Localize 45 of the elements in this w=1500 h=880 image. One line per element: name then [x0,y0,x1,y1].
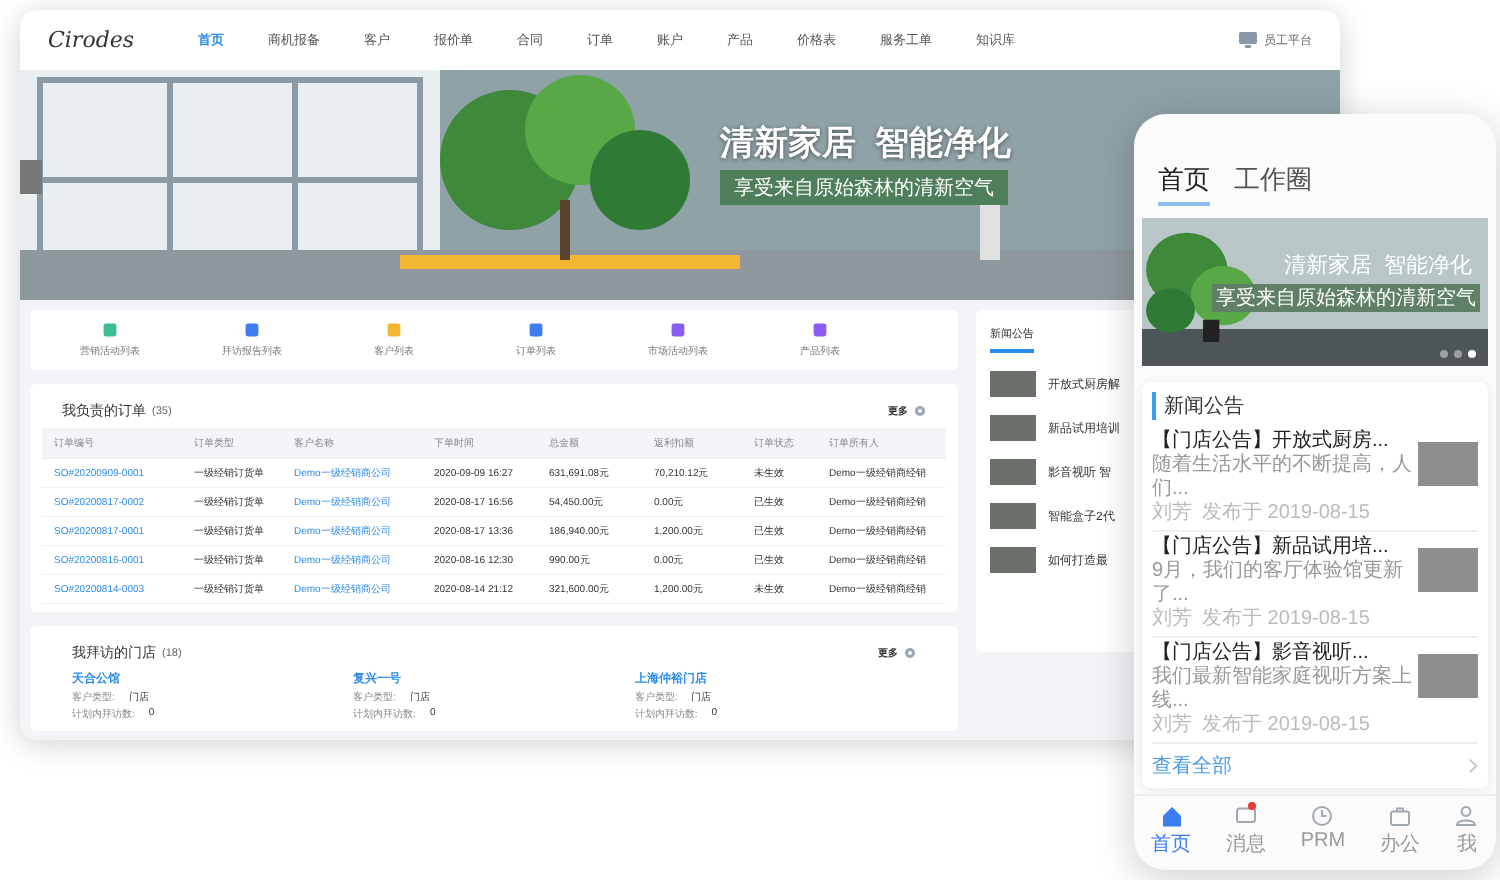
publish-date: 发布于 2019-08-15 [1202,502,1370,526]
tab-bar-item[interactable]: 首页 [1151,830,1192,858]
news-title[interactable]: 【门店公告】影音视听... [1152,642,1412,666]
author-name: 刘芳 [1152,608,1192,632]
banner-headline: 清新家居 智能净化 [720,122,1011,166]
settings-icon[interactable] [914,405,926,417]
briefcase-icon[interactable] [1387,804,1412,828]
photo-placeholder [1418,548,1478,592]
banner-headline: 清新家居 智能净化 [1283,251,1472,280]
carousel-dot[interactable] [1440,350,1448,358]
home-icon[interactable] [1159,804,1184,828]
banner-tagline: 享受来自原始森林的清新空气 [720,170,1008,205]
news-title[interactable]: 【门店公告】开放式厨房... [1152,430,1412,454]
card-title: 新闻公告 [1152,392,1478,420]
photo-placeholder [990,503,1036,529]
settings-icon[interactable] [904,647,916,659]
view-all-link[interactable]: 查看全部 [1152,752,1232,780]
monitor-icon[interactable] [1238,31,1258,49]
author-name: 刘芳 [1152,502,1192,526]
tab-bar-item[interactable]: 办公 [1379,830,1420,858]
carousel-dot[interactable] [1468,350,1476,358]
carousel-dot[interactable] [1454,350,1462,358]
news-excerpt: 随着生活水平的不断提高，人们... [1152,454,1412,501]
news-excerpt: 我们最新智能家庭视听方案上线... [1152,666,1412,713]
photo-placeholder [1418,654,1478,698]
message-icon[interactable] [1234,804,1259,828]
news-excerpt: 9月，我们的客厅体验馆更新了... [1152,560,1406,607]
tab[interactable]: 首页 [1158,162,1210,206]
chevron-right-icon[interactable] [1468,758,1478,774]
tab-bar-item[interactable]: 我 [1456,830,1477,858]
clock-icon[interactable] [1310,804,1335,828]
photo-placeholder [990,547,1036,573]
tab[interactable]: 工作圈 [1234,162,1312,206]
banner-tagline: 享受来自原始森林的清新空气 [1212,284,1480,312]
logo: Cirodes [48,27,135,53]
photo-placeholder [990,371,1036,397]
photo-placeholder [1418,442,1478,486]
publish-date: 发布于 2019-08-15 [1202,714,1370,738]
author-name: 刘芳 [1152,714,1192,738]
photo-placeholder [990,459,1036,485]
publish-date: 发布于 2019-08-15 [1202,608,1370,632]
tab-bar-item[interactable]: 消息 [1226,830,1267,858]
news-title[interactable]: 【门店公告】新品试用培... [1152,536,1412,560]
photo-placeholder [990,415,1036,441]
tab-bar-item[interactable]: PRM [1300,830,1346,852]
